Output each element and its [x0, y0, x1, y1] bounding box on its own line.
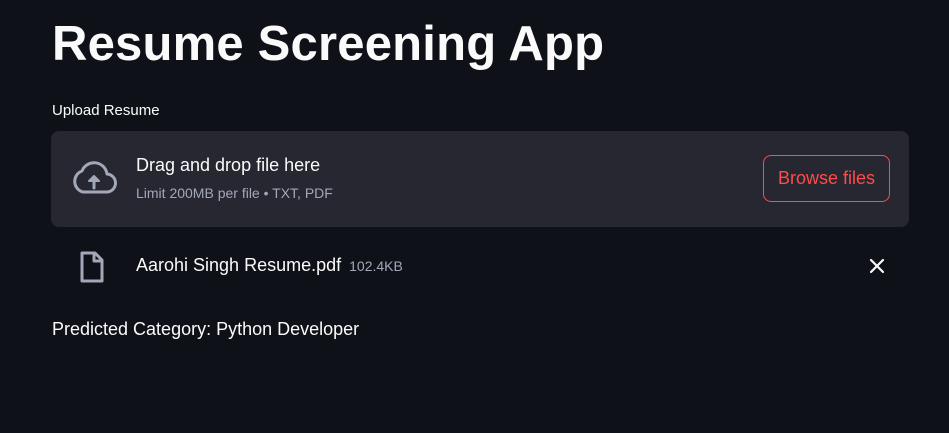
close-icon: [869, 258, 885, 277]
uploaded-file-name: Aarohi Singh Resume.pdf: [136, 255, 342, 275]
cloud-upload-icon: [71, 161, 117, 195]
dropzone-instructions: Drag and drop file here Limit 200MB per …: [136, 155, 333, 201]
file-limit-text: Limit 200MB per file • TXT, PDF: [136, 185, 333, 201]
upload-label: Upload Resume: [52, 102, 160, 119]
uploaded-file-info: Aarohi Singh Resume.pdf 102.4KB: [136, 255, 403, 276]
uploaded-file-row: Aarohi Singh Resume.pdf 102.4KB: [51, 243, 909, 289]
browse-files-button[interactable]: Browse files: [763, 155, 890, 202]
predicted-category-text: Predicted Category: Python Developer: [52, 319, 360, 339]
file-dropzone[interactable]: Drag and drop file here Limit 200MB per …: [51, 131, 909, 227]
page-title: Resume Screening App: [52, 17, 605, 71]
remove-file-button[interactable]: [863, 253, 891, 281]
app-page: Resume Screening App Upload Resume Drag …: [0, 0, 949, 433]
file-icon: [79, 251, 105, 283]
uploaded-file-size: 102.4KB: [349, 258, 403, 274]
dropzone-text: Drag and drop file here: [136, 155, 321, 175]
